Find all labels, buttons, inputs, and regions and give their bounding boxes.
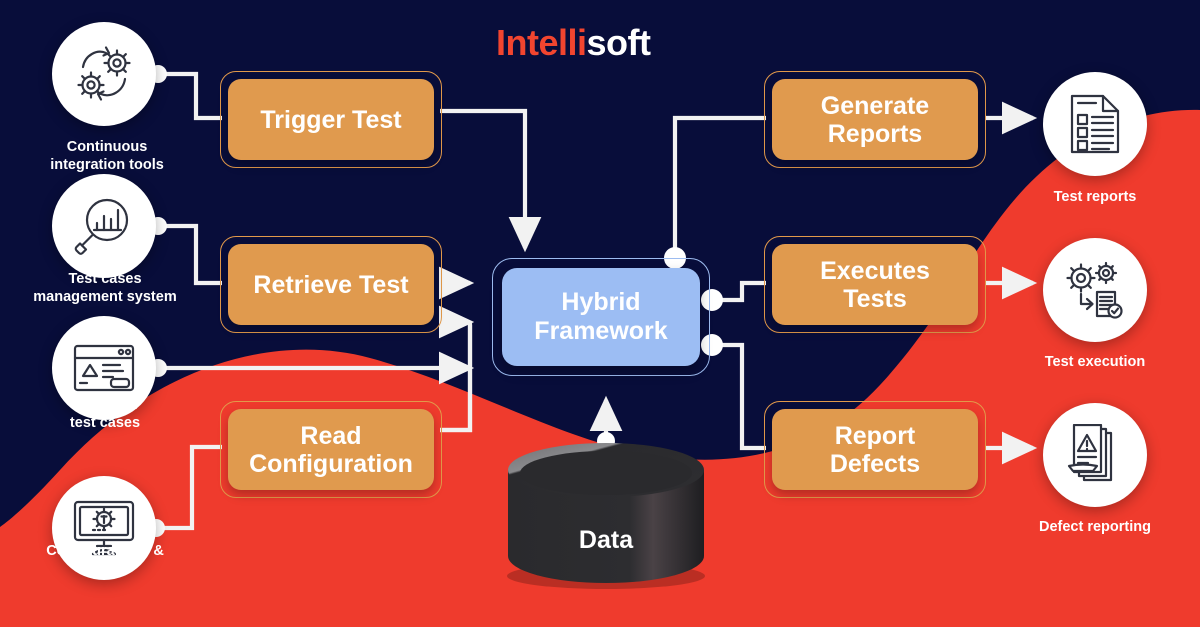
diagram-canvas: Intellisoft Continuous integration tools (0, 0, 1200, 627)
process-box-executes-tests-label: Executes Tests (772, 244, 978, 325)
database-cylinder[interactable]: Data (500, 440, 712, 590)
input-label-configurations: Configurations & objects (46, 543, 164, 578)
gears-document-check-icon (1066, 261, 1123, 319)
output-node-test-execution[interactable] (1043, 238, 1147, 342)
input-label-test-case-mgmt: Test cases management system (33, 271, 177, 306)
brand-logo: Intellisoft (496, 25, 651, 61)
input-label-keyword-cases: Key word test cases (69, 397, 141, 432)
window-alert-icon (73, 344, 135, 392)
process-box-trigger-test[interactable]: Trigger Test (220, 71, 442, 168)
database-label: Data (578, 526, 634, 554)
input-node-test-case-mgmt[interactable] (52, 174, 156, 278)
process-box-retrieve-test[interactable]: Retrieve Test (220, 236, 442, 333)
output-node-test-reports[interactable] (1043, 72, 1147, 176)
output-label-test-execution: Test execution (1044, 354, 1146, 370)
hybrid-framework-label: Hybrid Framework (502, 268, 700, 366)
process-box-read-configuration[interactable]: Read Configuration (220, 401, 442, 498)
brand-name-part1: Intelli (496, 22, 587, 63)
process-box-report-defects-label: Report Defects (772, 409, 978, 490)
process-box-trigger-test-label: Trigger Test (228, 79, 434, 160)
output-label-test-reports: Test reports (1053, 189, 1137, 205)
process-box-report-defects[interactable]: Report Defects (764, 401, 986, 498)
process-box-executes-tests[interactable]: Executes Tests (764, 236, 986, 333)
process-box-generate-reports[interactable]: Generate Reports (764, 71, 986, 168)
process-box-read-configuration-label: Read Configuration (228, 409, 434, 490)
gears-refresh-icon (77, 46, 131, 101)
checklist-document-icon (1070, 94, 1120, 154)
magnifier-chart-icon (74, 198, 129, 255)
output-label-defect-reporting: Defect reporting (1039, 519, 1151, 535)
process-box-retrieve-test-label: Retrieve Test (228, 244, 434, 325)
brand-name-part2: soft (586, 22, 652, 63)
database-icon (507, 443, 705, 589)
hybrid-framework-box[interactable]: Hybrid Framework (492, 258, 710, 376)
documents-warning-icon (1067, 424, 1113, 482)
process-box-generate-reports-label: Generate Reports (772, 79, 978, 160)
input-node-ci-tools[interactable] (52, 22, 156, 126)
output-node-defect-reporting[interactable] (1043, 403, 1147, 507)
input-label-ci-tools: Continuous integration tools (50, 139, 164, 174)
